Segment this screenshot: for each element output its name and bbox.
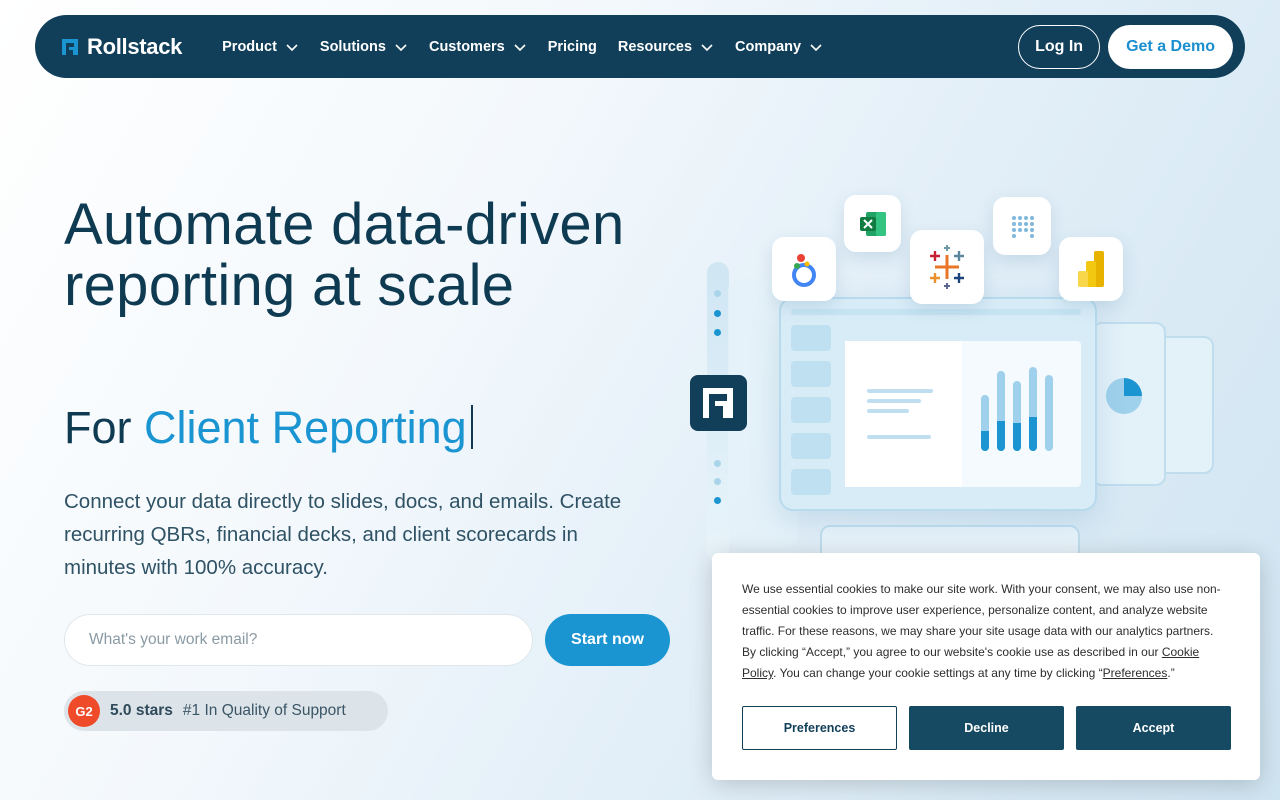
text-line <box>867 435 931 439</box>
bar-chart <box>981 365 1071 451</box>
report-text-area <box>845 341 962 487</box>
g2-rating-badge[interactable]: G2 5.0 stars #1 In Quality of Support <box>64 691 388 731</box>
cookie-buttons: Preferences Decline Accept <box>742 706 1231 750</box>
get-demo-button[interactable]: Get a Demo <box>1108 24 1233 69</box>
rail-dot <box>714 310 721 317</box>
chevron-down-icon <box>514 43 526 51</box>
nav-item-customers[interactable]: Customers <box>429 39 527 55</box>
rail-dot <box>714 290 721 297</box>
login-button[interactable]: Log In <box>1018 24 1101 69</box>
dashboard-side-item <box>791 397 831 423</box>
chart-bar <box>1013 381 1021 451</box>
rail-dot <box>714 497 721 504</box>
brand-name: Rollstack <box>87 33 183 59</box>
chevron-down-icon <box>286 43 298 51</box>
chevron-down-icon <box>395 43 407 51</box>
top-navbar: Rollstack Product Solutions Customers Pr… <box>35 15 1245 78</box>
rating-text: #1 In Quality of Support <box>182 702 346 719</box>
nav-item-label: Customers <box>428 38 505 55</box>
preferences-link[interactable]: Preferences <box>1103 666 1168 680</box>
nav-item-label: Company <box>735 38 802 55</box>
pie-chart-icon <box>1106 378 1142 414</box>
chart-bar <box>1029 367 1037 451</box>
cookie-accept-button[interactable]: Accept <box>1076 706 1231 750</box>
nav-item-label: Pricing <box>547 38 597 55</box>
rollstack-logo-icon <box>62 38 78 55</box>
text-line <box>867 409 909 413</box>
text-line <box>867 389 933 393</box>
cookie-decline-button[interactable]: Decline <box>909 706 1064 750</box>
hero-title: Automate data-driven reporting at scale <box>64 192 625 318</box>
nav-actions: Log In Get a Demo <box>1018 24 1233 69</box>
slide-card-back <box>1140 336 1214 474</box>
chart-bar <box>1045 375 1053 451</box>
excel-icon <box>844 195 901 252</box>
nav-item-label: Solutions <box>319 38 386 55</box>
rollstack-app-icon <box>690 375 747 431</box>
illustration-rail <box>707 262 729 562</box>
nav-item-solutions[interactable]: Solutions <box>320 39 408 55</box>
cookie-text: We use essential cookies to make our sit… <box>742 579 1230 684</box>
cookie-consent-banner: We use essential cookies to make our sit… <box>712 553 1260 780</box>
power-bi-icon <box>1059 237 1123 301</box>
nav-item-label: Product <box>222 38 277 55</box>
rating-stars: 5.0 stars <box>110 702 173 719</box>
metabase-icon <box>993 197 1051 255</box>
work-email-input[interactable] <box>64 614 533 666</box>
text-line <box>867 399 921 403</box>
hero-subtitle-accent: Client Reporting <box>144 402 467 453</box>
g2-logo-icon: G2 <box>68 695 100 727</box>
typing-caret <box>470 405 473 449</box>
chart-bar <box>997 371 1005 451</box>
chevron-down-icon <box>701 43 713 51</box>
dashboard-header-bar <box>791 309 1081 315</box>
dashboard-side-item <box>791 325 831 351</box>
rail-dot <box>714 478 721 485</box>
cookie-text-part: We use essential cookies to make our sit… <box>742 582 1221 659</box>
nav-item-pricing[interactable]: Pricing <box>548 39 597 55</box>
tableau-icon <box>910 230 984 304</box>
dashboard-mockup <box>779 297 1097 511</box>
chart-bar <box>981 395 989 451</box>
rail-dot <box>714 329 721 336</box>
dashboard-side-item <box>791 469 831 495</box>
nav-item-company[interactable]: Company <box>735 39 823 55</box>
cookie-text-part: .” <box>1167 666 1175 680</box>
start-now-button[interactable]: Start now <box>545 614 670 666</box>
illustration-panel <box>728 278 798 548</box>
nav-item-product[interactable]: Product <box>222 39 299 55</box>
hero-description: Connect your data directly to slides, do… <box>64 490 622 579</box>
chevron-down-icon <box>810 43 822 51</box>
cookie-text-part: . You can change your cookie settings at… <box>773 666 1103 680</box>
nav-links: Product Solutions Customers Pricing Reso… <box>222 39 844 55</box>
looker-icon <box>772 237 836 301</box>
dashboard-side-item <box>791 433 831 459</box>
nav-item-resources[interactable]: Resources <box>618 39 714 55</box>
dashboard-side-item <box>791 361 831 387</box>
slide-card-middle <box>1092 322 1166 486</box>
rollstack-logo[interactable]: Rollstack <box>61 34 182 60</box>
hero-subtitle: For Client Reporting <box>64 402 473 454</box>
rail-dot <box>714 460 721 467</box>
dashboard-report-card <box>845 341 1081 487</box>
hero-subtitle-prefix: For <box>64 402 145 453</box>
nav-item-label: Resources <box>617 38 693 55</box>
cookie-preferences-button[interactable]: Preferences <box>742 706 897 750</box>
